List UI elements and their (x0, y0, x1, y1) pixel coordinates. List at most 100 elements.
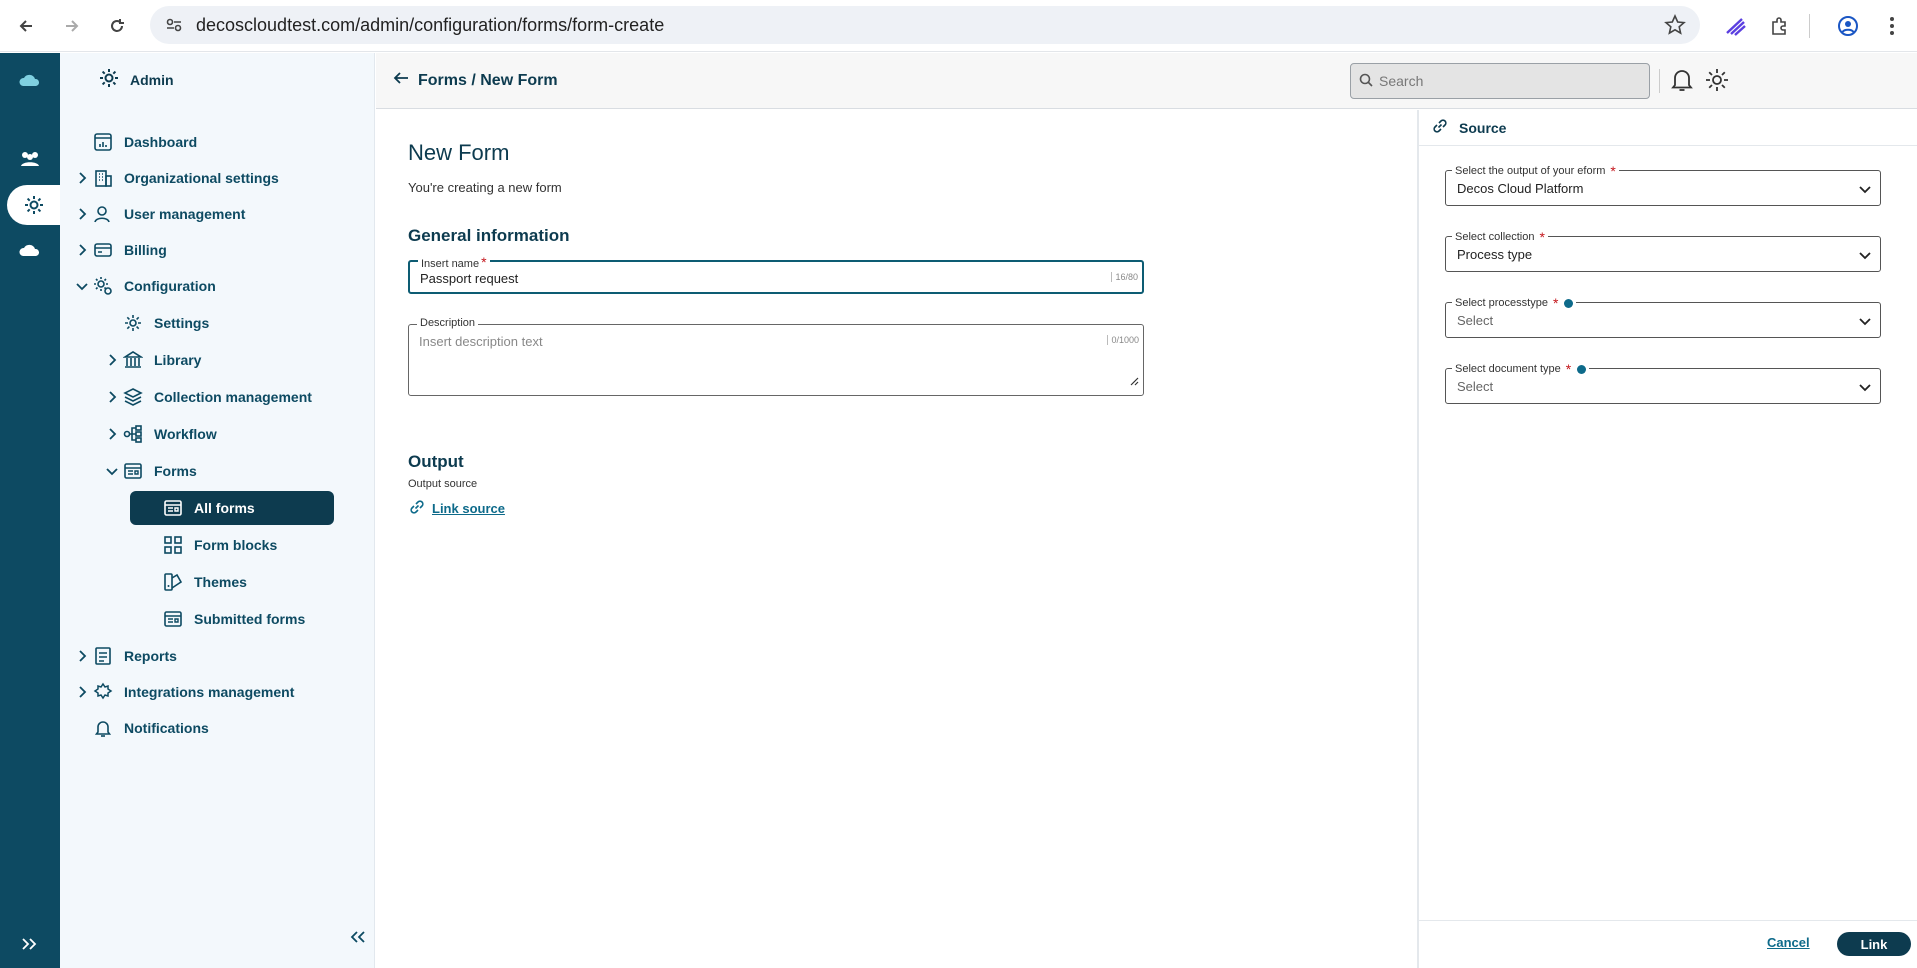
search-input[interactable] (1379, 71, 1639, 91)
name-char-count: 16/80 (1111, 272, 1138, 282)
sidebar-item-label: Dashboard (124, 134, 198, 150)
admin-gear-icon (98, 67, 120, 92)
expand-rail-icon[interactable] (0, 924, 60, 964)
back-arrow-icon[interactable] (10, 10, 42, 42)
address-bar[interactable]: decoscloudtest.com/admin/configuration/f… (150, 6, 1700, 44)
name-field[interactable]: Insert name * Passport request 16/80 (408, 254, 1144, 294)
sidebar-item-submitted-forms[interactable]: Submitted forms (162, 604, 305, 634)
puzzle-icon[interactable] (1764, 10, 1796, 42)
collection-select-label: Select collection * (1452, 229, 1548, 245)
sidebar-item-form-blocks[interactable]: Form blocks (162, 530, 277, 560)
settings-gear-icon[interactable] (1704, 67, 1730, 98)
palette-icon (162, 571, 184, 593)
chevron-right-icon[interactable] (102, 391, 122, 403)
form-icon (122, 460, 144, 482)
sidebar-item-notifications[interactable]: Notifications (72, 713, 209, 743)
collection-select[interactable]: Select collection * Process type (1445, 229, 1881, 272)
cloud-icon[interactable] (0, 231, 60, 271)
collapse-sidebar-icon[interactable] (348, 930, 366, 949)
output-select[interactable]: Select the output of your eform * Decos C… (1445, 163, 1881, 206)
chevron-right-icon[interactable] (72, 208, 92, 220)
chevron-down-icon[interactable] (1858, 380, 1872, 398)
info-icon[interactable] (1564, 298, 1574, 308)
sidebar-item-label: Workflow (154, 426, 217, 442)
form-icon (162, 497, 184, 519)
url-text[interactable]: decoscloudtest.com/admin/configuration/f… (196, 15, 664, 36)
people-icon[interactable] (0, 139, 60, 179)
chevron-down-icon[interactable] (102, 466, 122, 476)
document-type-select-placeholder[interactable]: Select (1457, 379, 1493, 394)
panel-footer: Cancel Link (1419, 920, 1917, 968)
notifications-bell-icon[interactable] (1670, 67, 1694, 98)
chevron-down-icon[interactable] (72, 281, 92, 291)
search-box[interactable] (1350, 63, 1650, 99)
header-divider (1659, 69, 1660, 93)
general-information-heading: General information (408, 226, 570, 245)
sidebar-item-label: Form blocks (194, 537, 278, 553)
sidebar-item-reports[interactable]: Reports (72, 641, 177, 671)
info-icon[interactable] (1577, 364, 1587, 374)
sidebar-item-library[interactable]: Library (102, 345, 201, 375)
admin-sidebar: Admin Dashboard Organizational settings … (60, 53, 375, 968)
chevron-right-icon[interactable] (72, 650, 92, 662)
sidebar-item-workflow[interactable]: Workflow (102, 419, 217, 449)
chevron-right-icon[interactable] (102, 428, 122, 440)
sidebar-title: Admin (130, 71, 174, 88)
sidebar-item-integrations-management[interactable]: Integrations management (72, 677, 294, 707)
output-select-value[interactable]: Decos Cloud Platform (1457, 181, 1583, 196)
sidebar-item-label: Themes (194, 574, 247, 590)
credit-card-icon (92, 239, 114, 261)
collection-select-value[interactable]: Process type (1457, 247, 1532, 262)
chevron-down-icon[interactable] (1858, 182, 1872, 200)
link-source-label[interactable]: Link source (432, 501, 505, 516)
page-header: Forms / New Form (376, 53, 1917, 109)
sidebar-item-organizational-settings[interactable]: Organizational settings (72, 163, 279, 193)
chevron-right-icon[interactable] (72, 686, 92, 698)
sidebar-item-billing[interactable]: Billing (72, 235, 167, 265)
link-button[interactable]: Link (1837, 932, 1911, 956)
description-field[interactable]: Description Insert description text 0/10… (408, 317, 1144, 396)
forward-arrow-icon[interactable] (56, 10, 88, 42)
chevron-right-icon[interactable] (72, 244, 92, 256)
sidebar-item-themes[interactable]: Themes (162, 567, 247, 597)
sidebar-item-forms[interactable]: Forms (102, 456, 197, 486)
description-textarea[interactable]: Insert description text (419, 334, 543, 349)
admin-gear-icon[interactable] (7, 185, 60, 225)
back-arrow-icon[interactable] (392, 71, 410, 90)
document-type-select-label: Select document type * (1452, 361, 1590, 377)
document-type-select[interactable]: Select document type * Select (1445, 361, 1881, 404)
sidebar-item-collection-management[interactable]: Collection management (102, 382, 312, 412)
bookmark-star-icon[interactable] (1664, 14, 1686, 41)
resize-handle-icon[interactable] (1129, 373, 1139, 391)
source-panel: Source Select the output of your eform * … (1417, 110, 1917, 968)
profile-icon[interactable] (1832, 10, 1864, 42)
cloud-logo-icon[interactable] (0, 61, 60, 101)
breadcrumb-text[interactable]: Forms / New Form (418, 72, 558, 90)
site-info-icon[interactable] (164, 15, 184, 40)
link-source-link[interactable]: Link source (408, 498, 505, 519)
name-field-label: Insert name * (418, 254, 490, 270)
chevron-right-icon[interactable] (102, 354, 122, 366)
name-input[interactable]: Passport request (420, 271, 518, 286)
chevron-down-icon[interactable] (1858, 314, 1872, 332)
output-source-label: Output source (408, 478, 478, 490)
sidebar-item-configuration[interactable]: Configuration (72, 271, 216, 301)
sidebar-item-label: User management (124, 206, 246, 222)
sidebar-item-settings[interactable]: Settings (102, 308, 209, 338)
chevron-down-icon[interactable] (1858, 248, 1872, 266)
more-menu-icon[interactable] (1876, 10, 1908, 42)
extension-icon[interactable] (1720, 10, 1752, 42)
processtype-select[interactable]: Select processtype * Select (1445, 295, 1881, 338)
main-content: New Form You're creating a new form Gene… (376, 110, 1417, 968)
sidebar-item-label: Configuration (124, 278, 216, 294)
sidebar-item-label: Notifications (124, 720, 209, 736)
sidebar-item-label: Library (154, 352, 202, 368)
sidebar-item-dashboard[interactable]: Dashboard (72, 127, 197, 157)
chain-link-icon (408, 498, 426, 519)
sidebar-item-user-management[interactable]: User management (72, 199, 245, 229)
processtype-select-placeholder[interactable]: Select (1457, 313, 1493, 328)
reload-icon[interactable] (101, 10, 133, 42)
sidebar-item-all-forms[interactable]: All forms (130, 491, 334, 525)
chevron-right-icon[interactable] (72, 172, 92, 184)
cancel-button[interactable]: Cancel (1767, 935, 1810, 950)
